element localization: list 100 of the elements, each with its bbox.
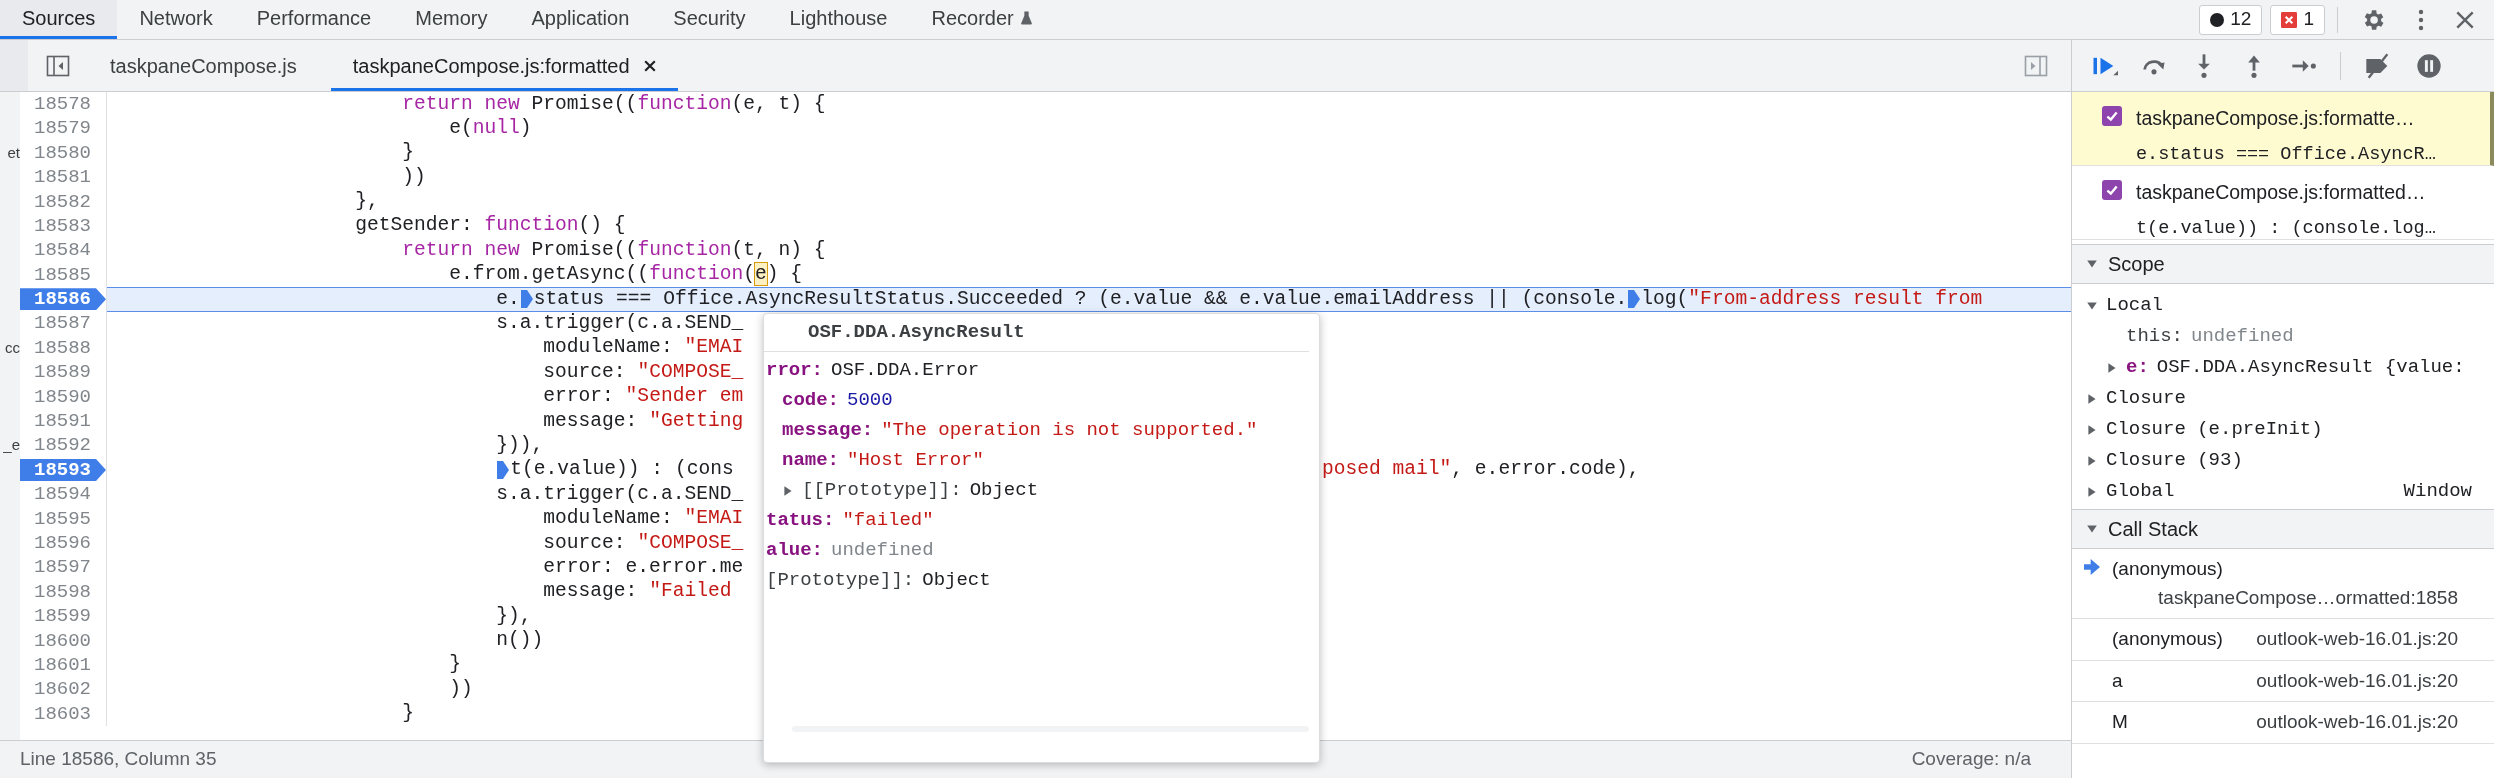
- scope-name[interactable]: Global: [2106, 477, 2175, 506]
- line-number: 18589: [33, 361, 92, 384]
- close-tab-icon[interactable]: [643, 59, 656, 72]
- line-number: 18599: [33, 605, 92, 628]
- collapsed-triangle-icon[interactable]: [2086, 485, 2098, 498]
- line-number: 18592: [33, 434, 92, 457]
- property-value: "failed": [842, 508, 934, 534]
- code-text: message: "Getting: [543, 408, 744, 434]
- code-text: getSender: function() {: [355, 213, 626, 239]
- expanded-triangle-icon[interactable]: [2086, 523, 2098, 535]
- code-text: moduleName: "EMAI: [543, 506, 744, 532]
- sidebar-text: et: [7, 142, 20, 163]
- line-number: 18597: [33, 556, 92, 579]
- sidebar-toggle-icon[interactable]: [46, 53, 70, 78]
- sidebar-text: _e: [3, 435, 20, 456]
- scope-name[interactable]: Local: [2106, 291, 2163, 320]
- code-text: t(e.value)) : (cons: [510, 457, 734, 483]
- line-number[interactable]: 18586: [20, 288, 106, 311]
- scope-name[interactable]: Closure (93): [2106, 446, 2243, 475]
- line-number: 18579: [33, 117, 92, 140]
- breakpoint-marker-icon[interactable]: [520, 289, 533, 310]
- sidebar-toggle-icon[interactable]: [2024, 53, 2048, 78]
- panel-tab[interactable]: Application: [509, 0, 652, 39]
- more-menu-icon[interactable]: [2418, 7, 2424, 32]
- line-number: 18580: [33, 141, 92, 164]
- dot-icon: [2210, 12, 2225, 27]
- code-text: log("From-address result from: [1641, 286, 1983, 312]
- property-value: Object: [969, 478, 1039, 504]
- property-key: alue:: [766, 536, 823, 565]
- collapsed-triangle-icon[interactable]: [782, 484, 794, 497]
- line-number: 18595: [33, 507, 92, 530]
- line-number[interactable]: 18593: [20, 459, 106, 482]
- code-text: return new Promise((function(t, n) {: [402, 237, 826, 263]
- counter-badge[interactable]: 12: [2199, 4, 2263, 35]
- property-value: OSF.DDA.Error: [831, 358, 980, 384]
- code-text: }: [402, 140, 414, 166]
- line-number: 18585: [33, 263, 92, 286]
- scope-name[interactable]: Closure (e.preInit): [2106, 415, 2323, 444]
- variable-name: e:: [2126, 355, 2149, 381]
- breakpoint-marker-icon[interactable]: [1628, 289, 1641, 310]
- line-number: 18588: [33, 337, 92, 360]
- call-frame[interactable]: (anonymous) outlook-web-16.01.js:20: [2072, 619, 2494, 661]
- checkbox[interactable]: [2102, 180, 2122, 200]
- code-text: error: e.error.me: [543, 554, 744, 580]
- collapsed-triangle-icon[interactable]: [2086, 454, 2098, 467]
- line-number: 18594: [33, 483, 92, 506]
- call-frame[interactable]: a outlook-web-16.01.js:20: [2072, 660, 2494, 702]
- collapsed-triangle-icon[interactable]: [2086, 392, 2098, 405]
- code-text: })),: [496, 432, 544, 458]
- variable-value: OSF.DDA.AsyncResult {value:: [2156, 355, 2465, 381]
- property-value: 5000: [847, 388, 893, 414]
- line-number: 18598: [33, 581, 92, 603]
- code-text: posed mail", e.error.code),: [1322, 457, 1640, 483]
- line-number: 18584: [33, 239, 92, 262]
- breakpoint-code: e.status === Office.AsyncR…: [2136, 143, 2436, 168]
- coverage-text: Coverage: n/a: [1911, 747, 2031, 772]
- code-text: },: [355, 189, 379, 215]
- call-frame[interactable]: (anonymous) taskpaneCompose…ormatted:1858: [2072, 549, 2494, 619]
- panel-tab[interactable]: Sources: [0, 0, 118, 39]
- panel-tab[interactable]: Memory: [393, 0, 510, 39]
- current-frame-icon: [2084, 559, 2100, 575]
- panel-tab[interactable]: Network: [117, 0, 235, 39]
- expanded-triangle-icon[interactable]: [2086, 258, 2098, 270]
- pause-exceptions-icon[interactable]: [2415, 51, 2443, 80]
- property-key: rror:: [766, 356, 823, 385]
- code-text: )): [402, 164, 426, 190]
- collapsed-triangle-icon[interactable]: [2106, 361, 2118, 374]
- property-key: code:: [782, 386, 839, 415]
- property-value: Object: [922, 568, 991, 594]
- line-number: 18582: [33, 190, 92, 213]
- property-key: message:: [782, 416, 874, 445]
- code-text: }: [449, 652, 461, 678]
- panel-tab[interactable]: Lighthouse: [767, 0, 910, 39]
- panel-tab[interactable]: Security: [651, 0, 768, 39]
- breakpoint-marker-icon[interactable]: [497, 460, 510, 481]
- code-text: source: "COMPOSE_: [543, 530, 744, 556]
- code-text: return new Promise((function(e, t) {: [402, 92, 826, 117]
- property-key: [Prototype]]:: [766, 566, 915, 595]
- code-text: n()): [496, 628, 544, 654]
- scope-name[interactable]: Closure: [2106, 384, 2186, 413]
- breakpoint-item[interactable]: taskpaneCompose.js:formatte… e.status === Office.AsyncR…: [2072, 92, 2494, 166]
- property-value: "The operation is not supported.": [881, 418, 1258, 444]
- file-tab[interactable]: taskpaneCompose.js: [88, 40, 319, 91]
- expanded-triangle-icon[interactable]: [2086, 299, 2098, 312]
- collapsed-triangle-icon[interactable]: [2086, 423, 2098, 436]
- line-number: 18581: [33, 166, 92, 189]
- checkbox[interactable]: [2102, 106, 2122, 126]
- code-text: message: "Failed: [543, 579, 732, 605]
- panel-tab[interactable]: Recorder: [909, 0, 1055, 39]
- section-header[interactable]: Scope: [2072, 244, 2494, 284]
- code-text: source: "COMPOSE_: [543, 359, 744, 385]
- section-header[interactable]: Call Stack: [2072, 509, 2494, 549]
- line-number: 18591: [33, 410, 92, 433]
- counter-badge[interactable]: 1: [2270, 4, 2325, 35]
- call-frame[interactable]: M outlook-web-16.01.js:20: [2072, 702, 2494, 744]
- flask-icon: [1019, 10, 1033, 26]
- file-tab[interactable]: taskpaneCompose.js:formatted: [330, 40, 678, 91]
- code-text: status === Office.AsyncResultStatus.Succeeded ? (e.value && e.value.emailAddress || (console.: [533, 286, 1628, 312]
- panel-tab[interactable]: Performance: [234, 0, 394, 39]
- code-text: e.: [496, 286, 520, 312]
